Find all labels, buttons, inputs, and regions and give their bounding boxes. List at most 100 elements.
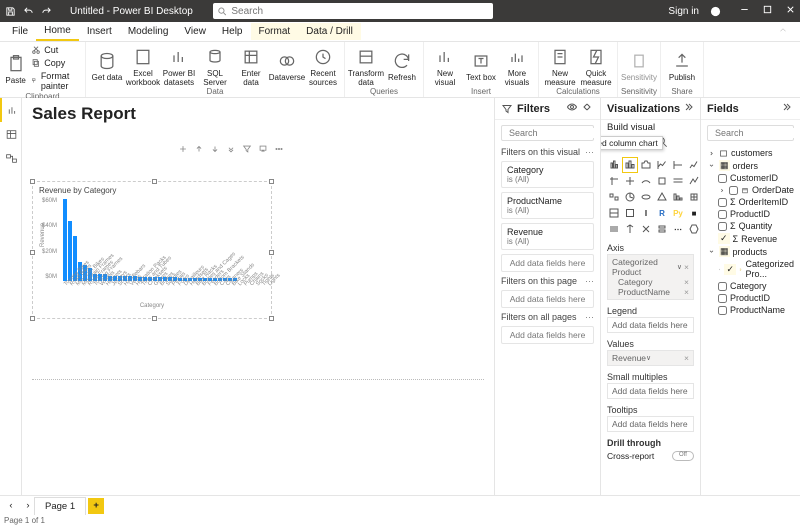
chart-visual[interactable]: Revenue by Category Revenue $60M$40M$20M…: [32, 181, 272, 319]
viz-type-22[interactable]: Py: [671, 206, 685, 220]
viz-type-5[interactable]: [687, 158, 700, 172]
sql-server-button[interactable]: SQL Server: [198, 45, 232, 87]
page-tab[interactable]: Page 1: [34, 497, 86, 515]
save-icon[interactable]: [4, 5, 16, 17]
data-view-icon[interactable]: [0, 122, 22, 146]
viz-type-3[interactable]: [655, 158, 669, 172]
menu-view[interactable]: View: [176, 23, 214, 40]
viz-type-25[interactable]: [623, 222, 637, 236]
menu-help[interactable]: Help: [214, 23, 251, 40]
format-painter-button[interactable]: Format painter: [29, 70, 81, 92]
tooltips-well[interactable]: Add data fields here: [607, 416, 694, 432]
excel-workbook-button[interactable]: Excel workbook: [126, 45, 160, 87]
add-filter-visual[interactable]: Add data fields here: [501, 254, 594, 272]
field-categorized-product[interactable]: ✓Categorized Pro...: [707, 258, 794, 280]
filter-card[interactable]: ProductNameis (All): [501, 192, 594, 219]
focus-mode-icon[interactable]: [178, 144, 188, 157]
dataverse-button[interactable]: Dataverse: [270, 49, 304, 82]
viz-type-14[interactable]: [639, 190, 653, 204]
user-icon[interactable]: [709, 5, 721, 17]
expand-icon[interactable]: [226, 144, 236, 157]
viz-type-18[interactable]: [607, 206, 621, 220]
filters-collapse-icon[interactable]: [582, 101, 594, 116]
paste-button[interactable]: Paste: [4, 52, 27, 85]
viz-type-17[interactable]: [687, 190, 700, 204]
viz-type-10[interactable]: [671, 174, 685, 188]
viz-type-24[interactable]: [607, 222, 621, 236]
menu-data-drill[interactable]: Data / Drill: [298, 23, 361, 40]
viz-type-21[interactable]: R: [655, 206, 669, 220]
field-productname[interactable]: ProductName: [707, 304, 794, 316]
viz-type-8[interactable]: [639, 174, 653, 188]
small-multiples-well[interactable]: Add data fields here: [607, 383, 694, 399]
redo-icon[interactable]: [40, 5, 52, 17]
publish-button[interactable]: Publish: [665, 49, 699, 82]
table-orders[interactable]: ▦orders: [707, 159, 794, 172]
drill-down-icon[interactable]: [210, 144, 220, 157]
viz-type-20[interactable]: I: [639, 206, 653, 220]
viz-type-4[interactable]: [671, 158, 685, 172]
viz-type-27[interactable]: [655, 222, 669, 236]
add-filter-all[interactable]: Add data fields here: [501, 326, 594, 344]
maximize-icon[interactable]: [762, 4, 773, 18]
viz-type-2[interactable]: [639, 158, 653, 172]
undo-icon[interactable]: [22, 5, 34, 17]
pin-icon[interactable]: [258, 144, 268, 157]
viz-type-1[interactable]: [623, 158, 637, 172]
sign-in-button[interactable]: Sign in: [668, 6, 699, 17]
field-revenue[interactable]: ✓ΣRevenue: [707, 232, 794, 245]
field-category[interactable]: Category: [707, 280, 794, 292]
cut-button[interactable]: Cut: [29, 44, 81, 56]
pbi-datasets-button[interactable]: Power BI datasets: [162, 45, 196, 87]
copy-button[interactable]: Copy: [29, 57, 81, 69]
menu-insert[interactable]: Insert: [79, 23, 120, 40]
page-nav-prev[interactable]: ‹: [0, 500, 22, 511]
close-icon[interactable]: [785, 4, 796, 18]
menu-file[interactable]: File: [4, 23, 36, 40]
menu-format[interactable]: Format: [251, 23, 299, 40]
viz-collapse-icon[interactable]: [684, 101, 696, 116]
titlebar-search-input[interactable]: [227, 6, 488, 17]
more-visuals-button[interactable]: More visuals: [500, 45, 534, 87]
quick-measure-button[interactable]: Quick measure: [579, 45, 613, 87]
field-orderitemid[interactable]: ΣOrderItemID: [707, 196, 794, 208]
axis-field-well[interactable]: Categorized Product∨× Category× ProductN…: [607, 254, 694, 300]
refresh-button[interactable]: Refresh: [385, 49, 419, 82]
add-page-button[interactable]: +: [88, 498, 104, 514]
viz-type-9[interactable]: [655, 174, 669, 188]
viz-type-26[interactable]: [639, 222, 653, 236]
viz-type-23[interactable]: ■: [687, 206, 700, 220]
viz-type-13[interactable]: [623, 190, 637, 204]
viz-type-7[interactable]: [623, 174, 637, 188]
fields-search[interactable]: [707, 125, 794, 141]
viz-type-28[interactable]: ⋯: [671, 222, 685, 236]
viz-type-12[interactable]: [607, 190, 621, 204]
viz-type-29[interactable]: [687, 222, 700, 236]
table-products[interactable]: ▦products: [707, 245, 794, 258]
new-measure-button[interactable]: New measure: [543, 45, 577, 87]
recent-sources-button[interactable]: Recent sources: [306, 45, 340, 87]
model-view-icon[interactable]: [0, 146, 22, 170]
text-box-button[interactable]: Text box: [464, 49, 498, 82]
filters-search[interactable]: [501, 125, 594, 141]
viz-type-11[interactable]: [687, 174, 700, 188]
page-nav-next[interactable]: ›: [22, 500, 34, 511]
viz-type-0[interactable]: [607, 158, 621, 172]
get-data-button[interactable]: Get data: [90, 49, 124, 82]
legend-field-well[interactable]: Add data fields here: [607, 317, 694, 333]
titlebar-search[interactable]: [213, 3, 493, 19]
new-visual-button[interactable]: New visual: [428, 45, 462, 87]
table-customers[interactable]: customers: [707, 147, 794, 159]
fields-collapse-icon[interactable]: [782, 101, 794, 116]
viz-type-15[interactable]: [655, 190, 669, 204]
viz-type-6[interactable]: [607, 174, 621, 188]
values-field-well[interactable]: Revenue∨×: [607, 350, 694, 366]
enter-data-button[interactable]: Enter data: [234, 45, 268, 87]
viz-type-16[interactable]: [671, 190, 685, 204]
filter-card[interactable]: Categoryis (All): [501, 161, 594, 188]
cross-report-toggle[interactable]: Off: [672, 451, 694, 461]
ribbon-collapse-icon[interactable]: [770, 22, 796, 41]
minimize-icon[interactable]: [739, 4, 750, 18]
field-productid-products[interactable]: ProductID: [707, 292, 794, 304]
filter-card[interactable]: Revenueis (All): [501, 223, 594, 250]
